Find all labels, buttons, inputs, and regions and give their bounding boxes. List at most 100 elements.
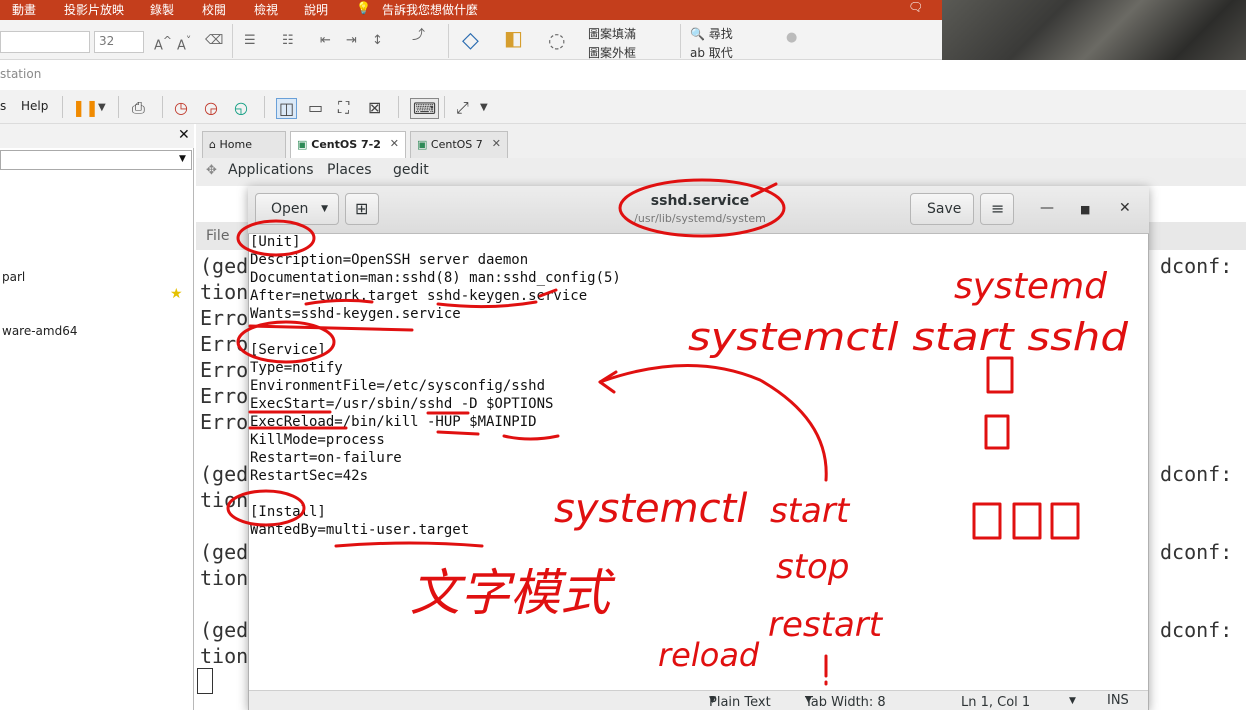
terminal-menu-file[interactable]: File xyxy=(206,228,229,244)
vmware-menu-tabs[interactable]: s xyxy=(0,99,6,113)
ppt-menu-view[interactable]: 檢視 xyxy=(254,1,278,18)
stretch-icon[interactable]: ⤢ xyxy=(456,98,469,118)
library-item[interactable]: parl xyxy=(2,270,25,284)
hamburger-menu-button[interactable]: ≡ xyxy=(980,193,1014,225)
terminal-cursor xyxy=(197,668,213,694)
active-app-label[interactable]: gedit xyxy=(393,162,429,178)
tell-me-box[interactable]: 告訴我您想做什麼 xyxy=(382,1,478,18)
terminal-menubar-right xyxy=(1138,222,1246,250)
new-document-button[interactable]: ⊞ xyxy=(345,193,379,225)
toolbar-divider xyxy=(162,96,163,118)
library-header xyxy=(0,124,194,148)
terminal-line: tion xyxy=(200,488,249,512)
pause-icon[interactable]: ❚❚ xyxy=(72,98,99,117)
comment-icon[interactable]: 🗨 xyxy=(908,0,923,14)
snapshot-manager-icon[interactable]: ◵ xyxy=(234,98,248,117)
ppt-menu-record[interactable]: 錄製 xyxy=(150,1,174,18)
find-button[interactable]: 🔍 尋找 xyxy=(690,25,733,42)
unity-icon[interactable]: ⊠ xyxy=(368,98,381,117)
insert-mode: INS xyxy=(1107,693,1129,708)
terminal-line: Erro xyxy=(200,332,249,356)
toolbar-divider xyxy=(398,96,399,118)
toolbar-divider xyxy=(444,96,445,118)
text-direction-icon[interactable]: ⤴ xyxy=(412,24,425,43)
close-icon[interactable]: ✕ xyxy=(492,137,501,150)
snapshot-icon[interactable]: ◷ xyxy=(174,98,188,117)
editor-text[interactable]: [Unit] Description=OpenSSH server daemon… xyxy=(250,233,621,539)
ribbon-divider xyxy=(232,24,233,58)
terminal-line: Erro xyxy=(200,306,249,330)
vmware-titlebar xyxy=(0,60,1246,90)
menu-icon: ≡ xyxy=(991,199,1005,218)
places-menu[interactable]: Places xyxy=(327,162,372,178)
ppt-menu-review[interactable]: 校閱 xyxy=(202,1,226,18)
library-item[interactable]: ware-amd64 xyxy=(2,324,77,338)
indent-decrease-icon[interactable]: ⇤ xyxy=(320,33,331,48)
indent-increase-icon[interactable]: ⇥ xyxy=(346,33,357,48)
show-library-icon[interactable]: ◫ xyxy=(276,98,298,119)
bullets-icon[interactable]: ☰ xyxy=(244,33,256,48)
font-name-field[interactable] xyxy=(0,31,90,53)
terminal-line: tion xyxy=(200,280,249,304)
shapes-icon[interactable]: ◇ xyxy=(462,28,479,53)
applications-menu[interactable]: Applications xyxy=(228,162,314,178)
font-size-field[interactable]: 32 xyxy=(94,31,144,53)
chevron-down-icon: ▼ xyxy=(321,204,328,214)
terminal-line: Erro xyxy=(200,384,249,408)
shape-fill-label[interactable]: 圖案填滿 xyxy=(588,25,636,42)
vm-icon: ▣ xyxy=(297,138,308,151)
lightbulb-icon: 💡 xyxy=(356,1,371,15)
fullscreen-icon[interactable]: ⛶ xyxy=(338,98,349,118)
ppt-menu-slideshow[interactable]: 投影片放映 xyxy=(64,1,124,18)
ribbon-divider xyxy=(448,24,449,58)
arrange-icon[interactable]: ◧ xyxy=(504,26,523,50)
vm-icon: ▣ xyxy=(417,138,428,151)
terminal-line: (ged xyxy=(200,540,249,564)
star-icon[interactable]: ★ xyxy=(170,286,183,302)
toolbar-divider xyxy=(118,96,119,118)
shape-outline-label[interactable]: 圖案外框 xyxy=(588,44,636,61)
chevron-down-icon[interactable]: ▼ xyxy=(98,102,106,113)
send-keys-icon[interactable]: ⎙ xyxy=(132,98,145,118)
revert-snapshot-icon[interactable]: ◶ xyxy=(204,98,218,117)
maximize-icon[interactable]: ■ xyxy=(1080,203,1090,216)
shrink-font-icon[interactable]: A˅ xyxy=(177,34,191,53)
gedit-statusbar: Plain Text ▼ Tab Width: 8 ▼ Ln 1, Col 1 … xyxy=(249,690,1148,710)
terminal-line: Erro xyxy=(200,410,249,434)
open-button[interactable]: Open ▼ xyxy=(255,193,339,225)
console-view-icon[interactable]: ⌨ xyxy=(410,98,440,119)
new-tab-icon: ⊞ xyxy=(355,199,369,218)
tab-centos-7[interactable]: ▣ CentOS 7 ✕ xyxy=(410,131,508,158)
grow-font-icon[interactable]: A^ xyxy=(154,34,172,53)
close-icon[interactable]: ✕ xyxy=(178,127,190,143)
thumbnail-bar-icon[interactable]: ▭ xyxy=(308,98,323,117)
ppt-menu-animations[interactable]: 動畫 xyxy=(12,1,36,18)
ppt-ribbon: 32 A^ A˅ ⌫ ☰ ☷ ⇤ ⇥ ↕ ⤴ ◇ ◧ ◌ 圖案填滿 圖案外框 🔍… xyxy=(0,20,942,60)
save-button[interactable]: Save xyxy=(910,193,974,225)
applications-icon: ✥ xyxy=(206,163,217,178)
chevron-down-icon[interactable]: ▼ xyxy=(480,102,488,113)
chevron-down-icon[interactable]: ▼ xyxy=(179,154,186,164)
dictate-icon[interactable]: ● xyxy=(786,30,797,45)
line-spacing-icon[interactable]: ↕ xyxy=(372,33,383,48)
terminal-line: (ged xyxy=(200,618,249,642)
replace-button[interactable]: ab 取代 xyxy=(690,44,733,61)
tab-home[interactable]: ⌂ Home xyxy=(202,131,286,158)
ribbon-divider xyxy=(680,24,681,58)
terminal-line: (ged xyxy=(200,462,249,486)
clear-format-icon[interactable]: ⌫ xyxy=(205,33,223,48)
close-icon[interactable]: ✕ xyxy=(1119,200,1131,216)
ppt-menu-help[interactable]: 說明 xyxy=(304,1,328,18)
home-icon: ⌂ xyxy=(209,138,216,151)
minimize-icon[interactable]: — xyxy=(1040,200,1054,216)
tab-centos-7-2[interactable]: ▣ CentOS 7-2 ✕ xyxy=(290,131,406,158)
terminal-menubar: File xyxy=(196,222,248,250)
chevron-down-icon[interactable]: ▼ xyxy=(1069,696,1076,706)
library-search-input[interactable] xyxy=(0,150,192,170)
terminal-line: tion xyxy=(200,644,249,668)
close-icon[interactable]: ✕ xyxy=(390,137,399,150)
quick-styles-icon[interactable]: ◌ xyxy=(548,28,565,52)
chevron-down-icon: ▼ xyxy=(709,695,716,705)
vmware-menu-help[interactable]: Help xyxy=(21,99,48,113)
numbering-icon[interactable]: ☷ xyxy=(282,33,294,48)
